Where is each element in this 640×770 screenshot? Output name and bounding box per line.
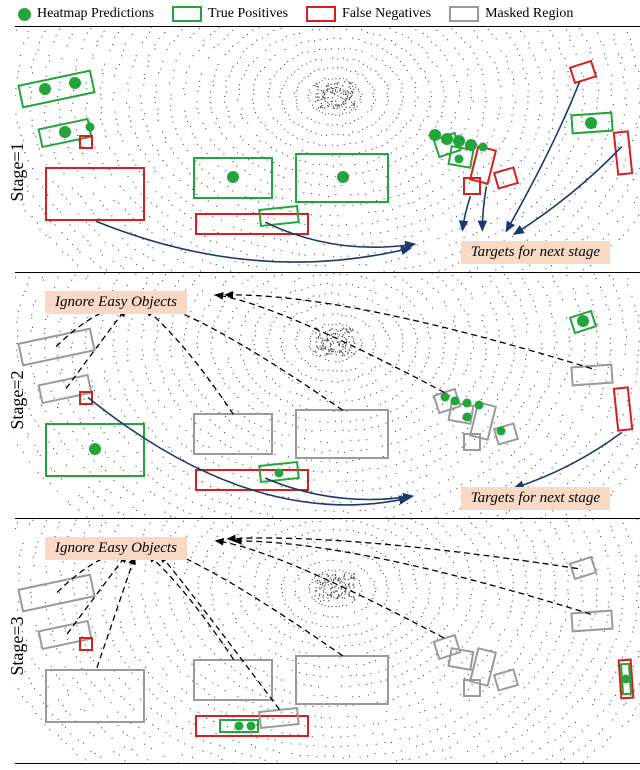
callout-ignore-2: Ignore Easy Objects [45,291,187,314]
heatmap-dot [429,129,441,141]
bbox [569,556,597,581]
heatmap-dot [227,171,239,183]
callout-targets-1: Targets for next stage [461,241,610,264]
heatmap-dot [441,393,450,402]
heatmap-dot [479,143,488,152]
legend-label: False Negatives [342,6,431,22]
heatmap-dot [497,427,506,436]
legend-label: Masked Region [485,6,573,22]
heatmap-dot [451,397,460,406]
heatmap-dot [441,133,453,145]
heatmap-dot [59,126,71,138]
bbox [613,130,634,175]
panel-stage-2: Ignore Easy Objects Targets for next sta… [15,272,640,518]
legend-label: Heatmap Predictions [37,6,154,22]
bbox [569,60,597,85]
bbox [570,610,613,633]
box-icon [449,6,479,22]
heatmap-dot [463,413,472,422]
legend-masked: Masked Region [449,6,573,22]
legend-false-negatives: False Negatives [306,6,431,22]
heatmap-dot [585,117,597,129]
heatmap-dot [463,399,472,408]
arrows-stage-1 [15,27,640,272]
bbox [193,659,273,701]
bbox [79,135,93,149]
bbox [493,166,519,189]
callout-ignore-3: Ignore Easy Objects [45,537,187,560]
bbox [613,386,634,431]
bbox [79,637,93,651]
bbox [295,655,389,705]
bbox [570,364,613,387]
bbox [463,679,481,697]
bbox [45,167,145,221]
bbox [17,573,95,612]
panel-stage-1: Targets for next stage [15,26,640,272]
heatmap-dot [465,139,477,151]
heatmap-dot [455,155,464,164]
box-icon [306,6,336,22]
bbox [447,647,474,671]
bbox [45,669,145,723]
bbox [295,409,389,459]
heatmap-dot [89,443,101,455]
heatmap-dot [337,171,349,183]
bbox [463,433,481,451]
legend-heatmap: Heatmap Predictions [18,6,154,22]
bbox [493,668,519,691]
heatmap-dot [275,469,284,478]
bbox [17,69,95,108]
legend-true-positives: True Positives [172,6,288,22]
panel-stage-3: Ignore Easy Objects [15,518,640,764]
legend-label: True Positives [208,6,288,22]
legend: Heatmap Predictions True Positives False… [0,0,640,26]
heatmap-dot [86,123,95,132]
heatmap-dot [39,83,51,95]
heatmap-dot [235,722,244,731]
box-icon [172,6,202,22]
heatmap-dot [475,401,484,410]
heatmap-dot [577,315,589,327]
heatmap-dot [69,77,81,89]
lidar-bg-1 [15,27,640,272]
dot-icon [18,8,31,21]
callout-targets-2: Targets for next stage [461,487,610,510]
heatmap-dot [247,722,256,731]
heatmap-dot [453,135,465,147]
bbox [79,391,93,405]
bbox [17,327,95,366]
bbox [193,413,273,455]
heatmap-dot [622,675,631,684]
bbox [463,177,481,195]
